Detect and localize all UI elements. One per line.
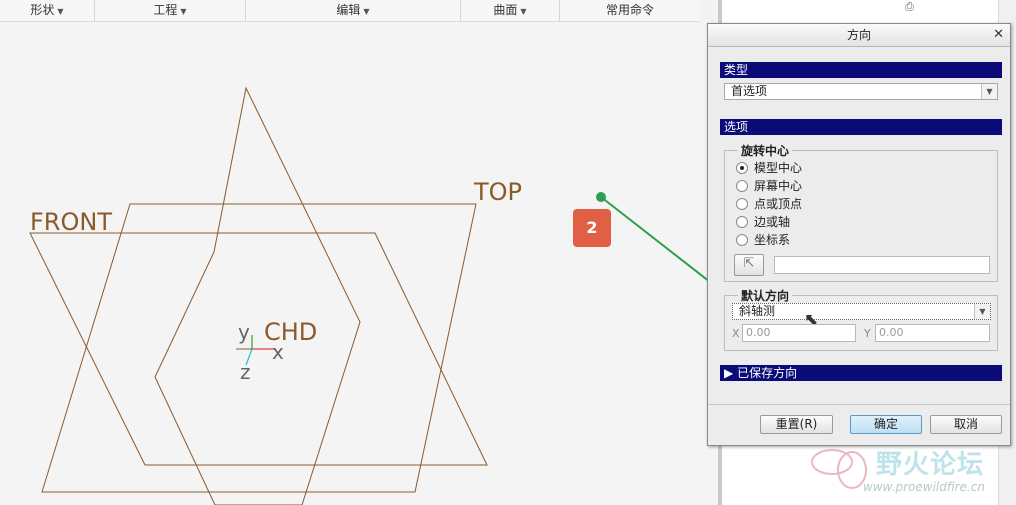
dialog-title-bar[interactable]: 方向 ✕: [708, 24, 1010, 47]
radio-button[interactable]: [736, 179, 748, 192]
axis-label-y: y: [238, 320, 250, 344]
ribbon-group-edit[interactable]: 编辑 ▼: [246, 0, 461, 21]
y-coordinate-field[interactable]: 0.00: [875, 324, 990, 342]
y-coordinate-label: Y: [864, 327, 871, 340]
axis-label-x: x: [272, 340, 284, 364]
reset-button[interactable]: 重置(R): [760, 415, 833, 434]
section-type-header: 类型: [720, 62, 1002, 78]
ribbon-group-common-commands[interactable]: 常用命令: [560, 0, 700, 21]
radio-button[interactable]: [736, 215, 748, 228]
ribbon-group-shape[interactable]: 形状 ▼: [0, 0, 95, 21]
panel-tool-icon[interactable]: ⎙: [905, 0, 914, 14]
radio-edge-axis[interactable]: 边或轴: [736, 214, 790, 230]
select-reference-button[interactable]: ⇱: [734, 254, 764, 276]
chevron-down-icon: ▼: [520, 7, 527, 16]
radio-button[interactable]: [736, 197, 748, 210]
section-options-header: 选项: [720, 119, 1002, 135]
step-callout-badge: 2: [573, 209, 611, 247]
rotation-center-label: 旋转中心: [738, 142, 793, 159]
ok-button[interactable]: 确定: [850, 415, 922, 434]
dialog-title: 方向: [846, 28, 871, 42]
ribbon-group-surface[interactable]: 曲面 ▼: [461, 0, 560, 21]
graphics-canvas[interactable]: FRONT TOP CHD y x z: [0, 22, 718, 505]
watermark-text: 野火论坛: [876, 450, 985, 480]
default-orientation-label: 默认方向: [738, 287, 793, 304]
radio-point-vertex[interactable]: 点或顶点: [736, 196, 802, 212]
radio-coordinate-system[interactable]: 坐标系: [736, 232, 790, 248]
reference-collector-field[interactable]: [774, 256, 990, 274]
chevron-down-icon[interactable]: ▼: [981, 84, 997, 99]
model-view: [29, 86, 718, 505]
datum-label-front: FRONT: [30, 208, 112, 236]
radio-button[interactable]: [736, 233, 748, 246]
datum-label-top: TOP: [474, 178, 523, 206]
pointer-arrow-icon: ⇱: [743, 256, 755, 271]
chevron-down-icon: ▼: [180, 7, 187, 16]
x-coordinate-label: X: [732, 327, 740, 340]
radio-model-center[interactable]: 模型中心: [736, 160, 802, 176]
radio-screen-center[interactable]: 屏幕中心: [736, 178, 802, 194]
close-icon[interactable]: ✕: [993, 24, 1004, 46]
radio-button-selected[interactable]: [736, 161, 748, 174]
default-orientation-select[interactable]: 斜轴测 ▼: [732, 303, 991, 320]
button-divider: [708, 404, 1010, 405]
chevron-down-icon: ▼: [363, 7, 370, 16]
expand-triangle-icon[interactable]: ▶: [724, 366, 733, 380]
type-select[interactable]: 首选项 ▼: [724, 83, 998, 100]
ribbon-group-bar: 形状 ▼ 工程 ▼ 编辑 ▼ 曲面 ▼ 常用命令: [0, 0, 700, 22]
saved-orientations-header[interactable]: ▶ 已保存方向: [720, 365, 1002, 381]
cancel-button[interactable]: 取消: [930, 415, 1002, 434]
ribbon-group-engineering[interactable]: 工程 ▼: [95, 0, 246, 21]
datum-plane-right: [154, 86, 361, 505]
axis-label-z: z: [240, 360, 251, 384]
orientation-dialog: 方向 ✕ 类型 首选项 ▼ 选项 旋转中心 模型中心 屏幕中心 点或顶点 边或轴…: [707, 23, 1011, 446]
datum-plane-top: [41, 203, 477, 493]
x-coordinate-field[interactable]: 0.00: [742, 324, 856, 342]
watermark-url: www.proewildfire.cn: [863, 480, 985, 494]
callout-leader-line: [600, 196, 718, 290]
chevron-down-icon: ▼: [57, 7, 64, 16]
chevron-down-icon[interactable]: ▼: [974, 304, 990, 319]
callout-anchor-dot: [596, 192, 606, 202]
